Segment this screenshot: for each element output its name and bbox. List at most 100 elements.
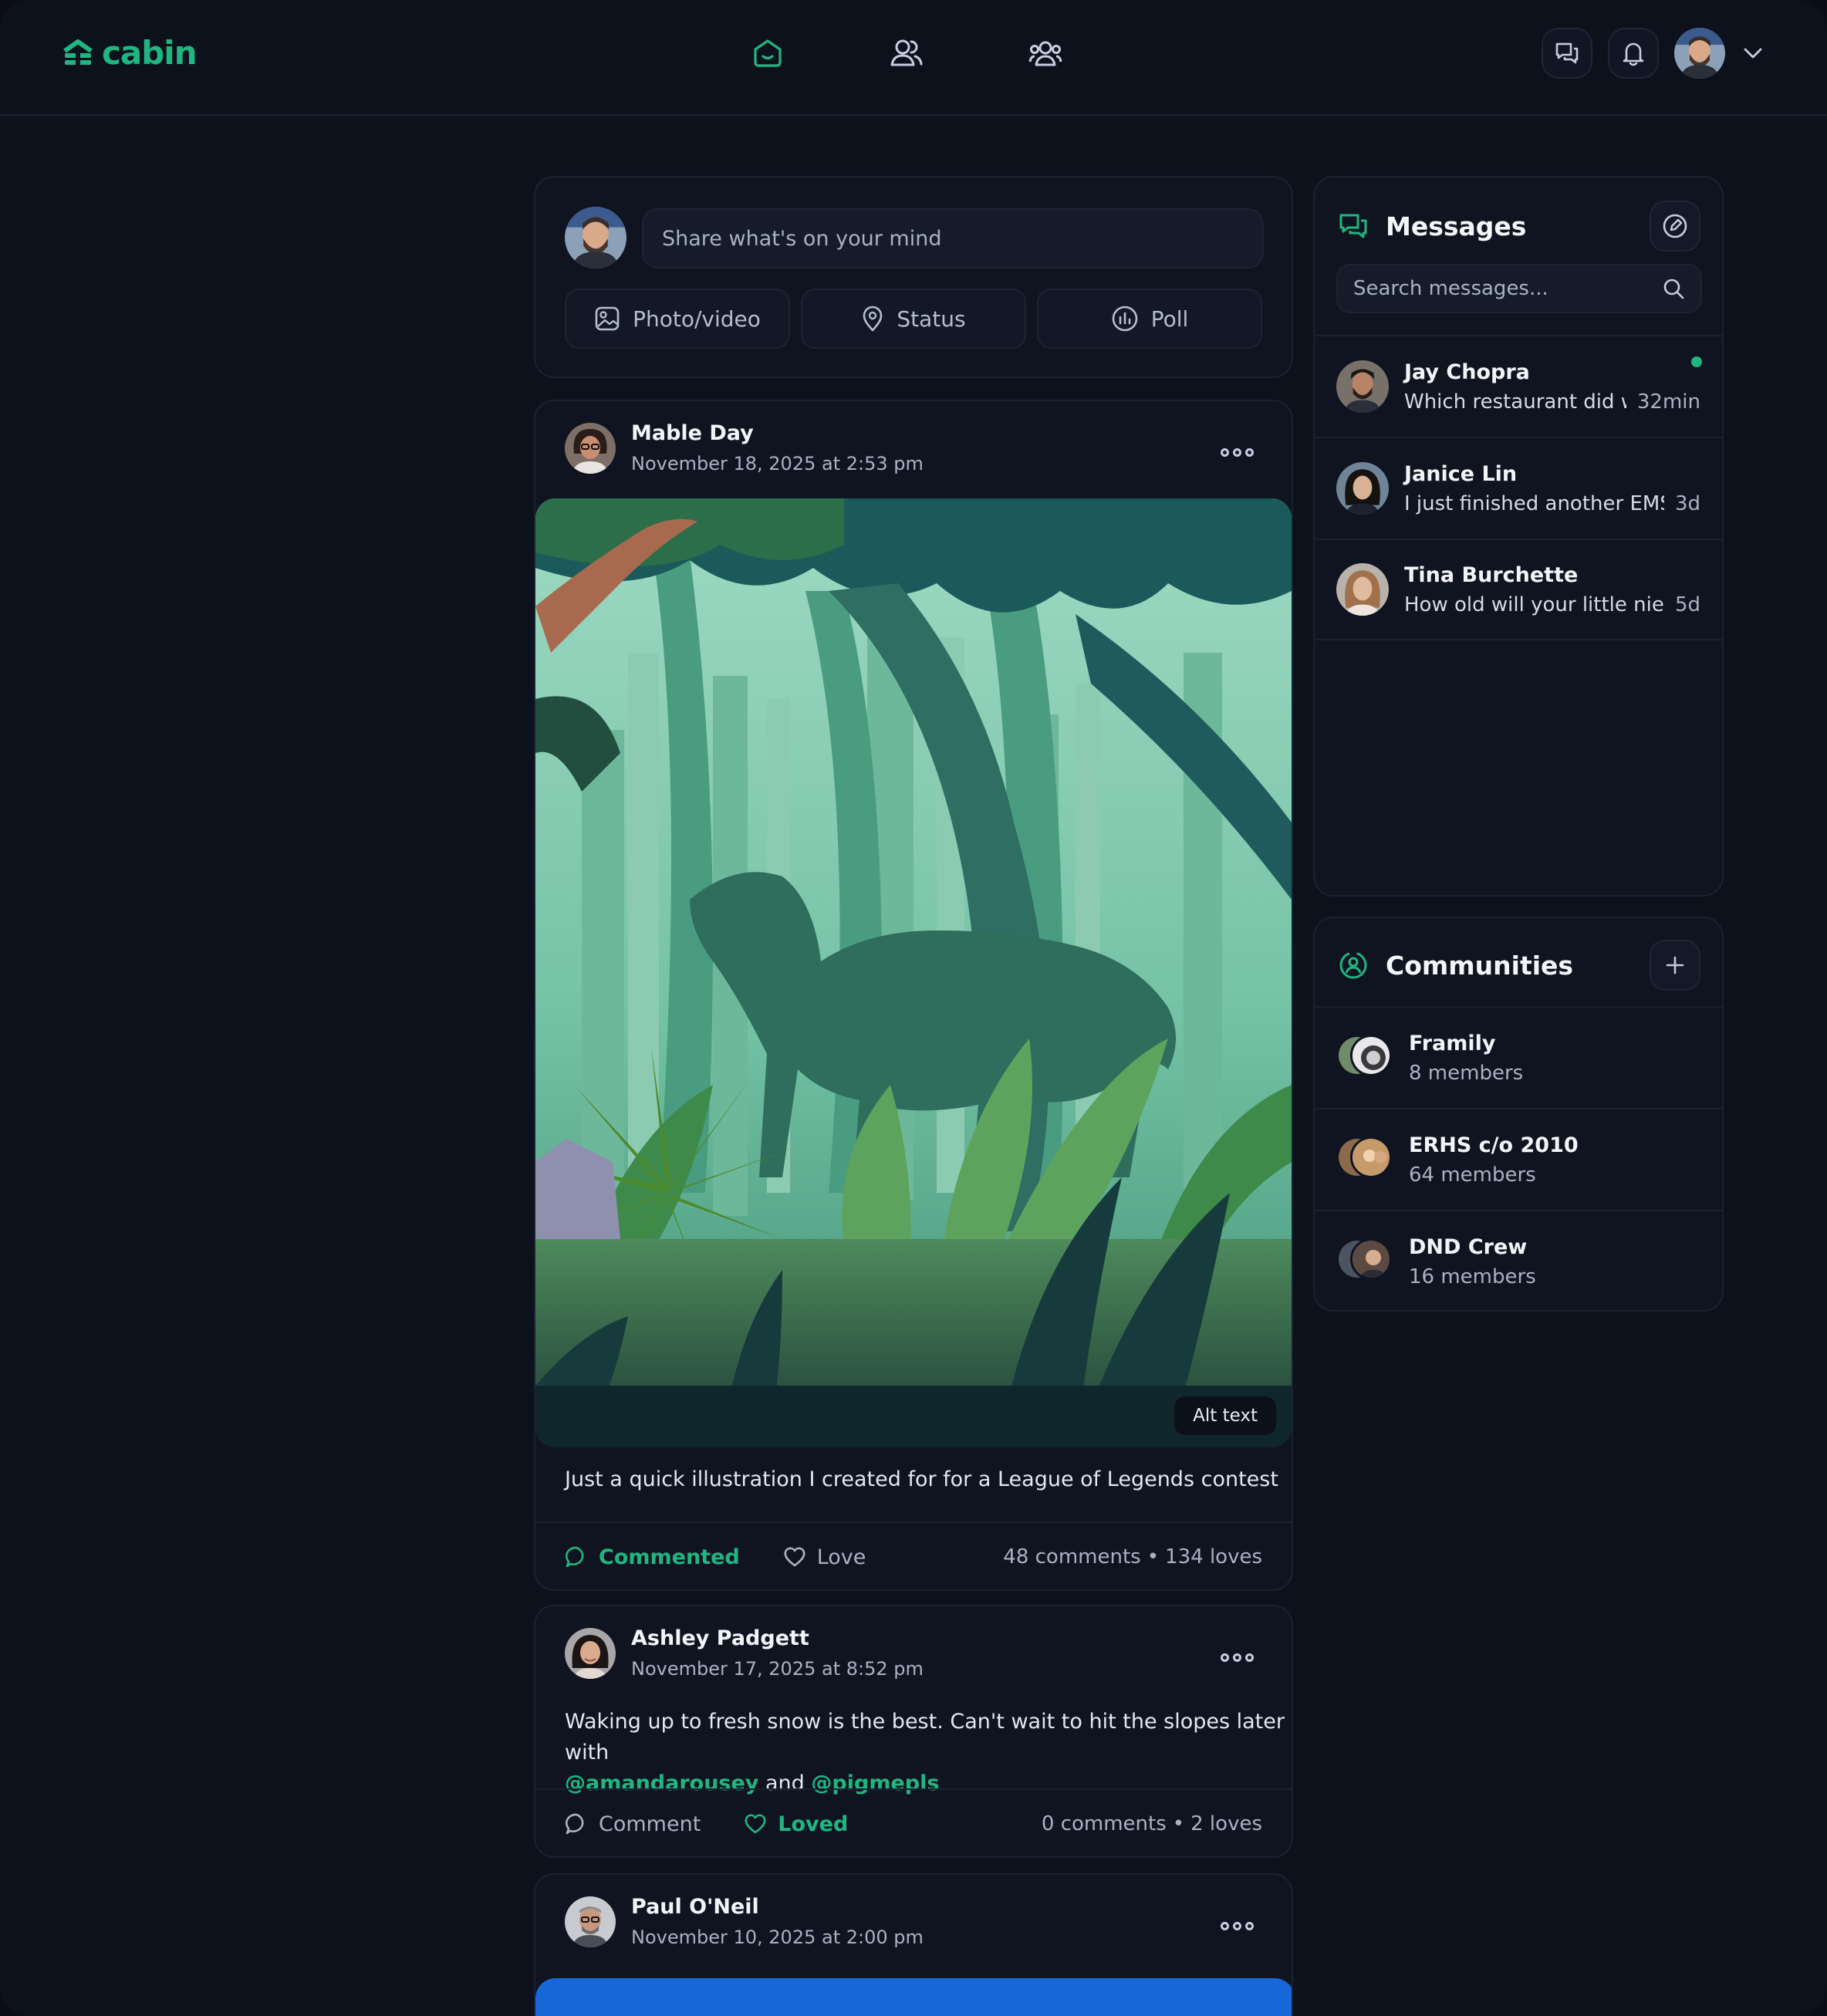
post-header: Ashley Padgett November 17, 2025 at 8:52… [565,1626,924,1680]
more-options-icon[interactable] [1221,1650,1259,1665]
post-date: November 17, 2025 at 8:52 pm [631,1658,924,1680]
brand-name: cabin [102,34,198,72]
community-item[interactable]: DND Crew 16 members [1315,1210,1722,1310]
comment-icon [565,1813,584,1835]
more-options-icon[interactable] [1221,444,1259,460]
post-image[interactable]: Alt text [535,498,1292,1447]
contact-name: Janice Lin [1404,461,1518,486]
feed-post: Ashley Padgett November 17, 2025 at 8:52… [534,1605,1293,1858]
communities-title: Communities [1386,950,1574,981]
poll-icon [1112,306,1138,332]
author-name[interactable]: Mable Day [631,421,924,445]
status-label: Status [897,306,966,332]
status-button[interactable]: Status [801,289,1026,349]
comment-count[interactable]: 0 comments [1042,1812,1167,1835]
post-header: Mable Day November 18, 2025 at 2:53 pm [565,421,924,474]
message-preview: I just finished another EMS... [1404,491,1664,515]
love-button[interactable]: Love [783,1545,866,1569]
add-community-button[interactable] [1650,940,1700,991]
message-item[interactable]: Jay Chopra Which restaurant did w... 32mi… [1315,335,1722,437]
brand-logo[interactable]: cabin [62,34,198,72]
post-media[interactable] [535,1978,1292,2016]
stat-separator: • [1147,1545,1160,1569]
community-icon [1339,951,1367,979]
search-placeholder: Search messages... [1353,277,1548,300]
member-avatar [1350,1238,1392,1280]
poll-label: Poll [1150,306,1189,332]
search-icon [1663,279,1684,299]
more-options-icon[interactable] [1221,1918,1259,1933]
member-avatar [1350,1035,1392,1076]
community-name: DND Crew [1409,1234,1528,1259]
post-date: November 10, 2025 at 2:00 pm [631,1927,924,1948]
author-avatar[interactable] [565,1627,616,1679]
love-count[interactable]: 2 loves [1190,1812,1262,1835]
message-item[interactable]: Janice Lin I just finished another EMS..… [1315,437,1722,539]
author-name[interactable]: Paul O'Neil [631,1895,924,1919]
heart-icon [784,1547,805,1567]
love-count[interactable]: 134 loves [1165,1545,1262,1569]
chevron-down-icon[interactable] [1741,41,1765,66]
contact-avatar [1336,563,1389,616]
post-stats: 48 comments • 134 loves [1003,1545,1262,1569]
notifications-button[interactable] [1608,28,1659,79]
image-icon [595,306,620,331]
poll-button[interactable]: Poll [1037,289,1262,349]
post-text: Waking up to fresh snow is the best. Can… [565,1710,1285,1764]
post-body: Waking up to fresh snow is the best. Can… [565,1707,1292,1799]
messages-title: Messages [1386,211,1527,241]
feed-post: Mable Day November 18, 2025 at 2:53 pm A… [534,400,1293,1591]
love-button[interactable]: Loved [744,1812,848,1836]
community-item[interactable]: ERHS c/o 2010 64 members [1315,1108,1722,1210]
post-header: Paul O'Neil November 10, 2025 at 2:00 pm [565,1895,924,1948]
community-name: Framily [1409,1031,1496,1055]
comment-button[interactable]: Comment [565,1812,701,1836]
search-messages-input[interactable]: Search messages... [1336,264,1702,313]
contact-avatar [1336,360,1389,413]
community-item[interactable]: Framily 8 members [1315,1006,1722,1108]
post-caption: Just a quick illustration I created for … [565,1467,1278,1491]
message-time: 5d [1674,593,1700,616]
comment-label: Commented [599,1545,740,1569]
chat-button[interactable] [1542,28,1592,79]
top-right-controls [1542,28,1765,79]
comment-count[interactable]: 48 comments [1003,1545,1140,1569]
messages-header: Messages [1338,201,1700,252]
bell-icon [1623,42,1644,66]
heart-icon [745,1814,766,1834]
author-avatar[interactable] [565,1896,616,1947]
love-label: Loved [778,1812,849,1836]
communities-icon[interactable] [1026,34,1065,73]
messages-panel: Messages Search messages... Jay Chopra W… [1313,176,1724,897]
community-avatars [1336,1238,1393,1285]
post-composer: Share what's on your mind Photo/video St… [534,176,1293,378]
edit-icon [1663,214,1687,238]
photo-video-button[interactable]: Photo/video [565,289,790,349]
alt-text-badge[interactable]: Alt text [1174,1396,1276,1435]
user-avatar[interactable] [1674,28,1725,79]
community-avatars [1336,1136,1393,1183]
author-name[interactable]: Ashley Padgett [631,1626,924,1650]
message-preview: Which restaurant did w... [1404,390,1626,414]
contact-avatar [1336,462,1389,515]
app-window: cabin Share what's on your mind Photo/vi… [0,0,1827,2016]
message-item[interactable]: Tina Burchette How old will your little … [1315,539,1722,640]
share-input[interactable]: Share what's on your mind [642,208,1264,268]
communities-panel: Communities Framily 8 members ERHS c/o 2… [1313,917,1724,1312]
cabin-logo-icon [62,39,94,68]
location-pin-icon [863,306,883,332]
comment-icon [565,1546,584,1568]
communities-header: Communities [1338,940,1700,991]
home-icon[interactable] [748,34,787,73]
author-avatar[interactable] [565,422,616,474]
compose-message-button[interactable] [1650,201,1700,252]
chat-icon [1555,42,1579,64]
community-list: Framily 8 members ERHS c/o 2010 64 membe… [1315,1006,1722,1310]
messages-icon [1339,214,1367,238]
friends-icon[interactable] [887,34,926,73]
love-label: Love [816,1545,866,1569]
community-avatars [1336,1035,1393,1081]
composer-avatar [565,207,626,268]
comment-button[interactable]: Commented [565,1545,740,1569]
community-members: 16 members [1409,1265,1536,1288]
